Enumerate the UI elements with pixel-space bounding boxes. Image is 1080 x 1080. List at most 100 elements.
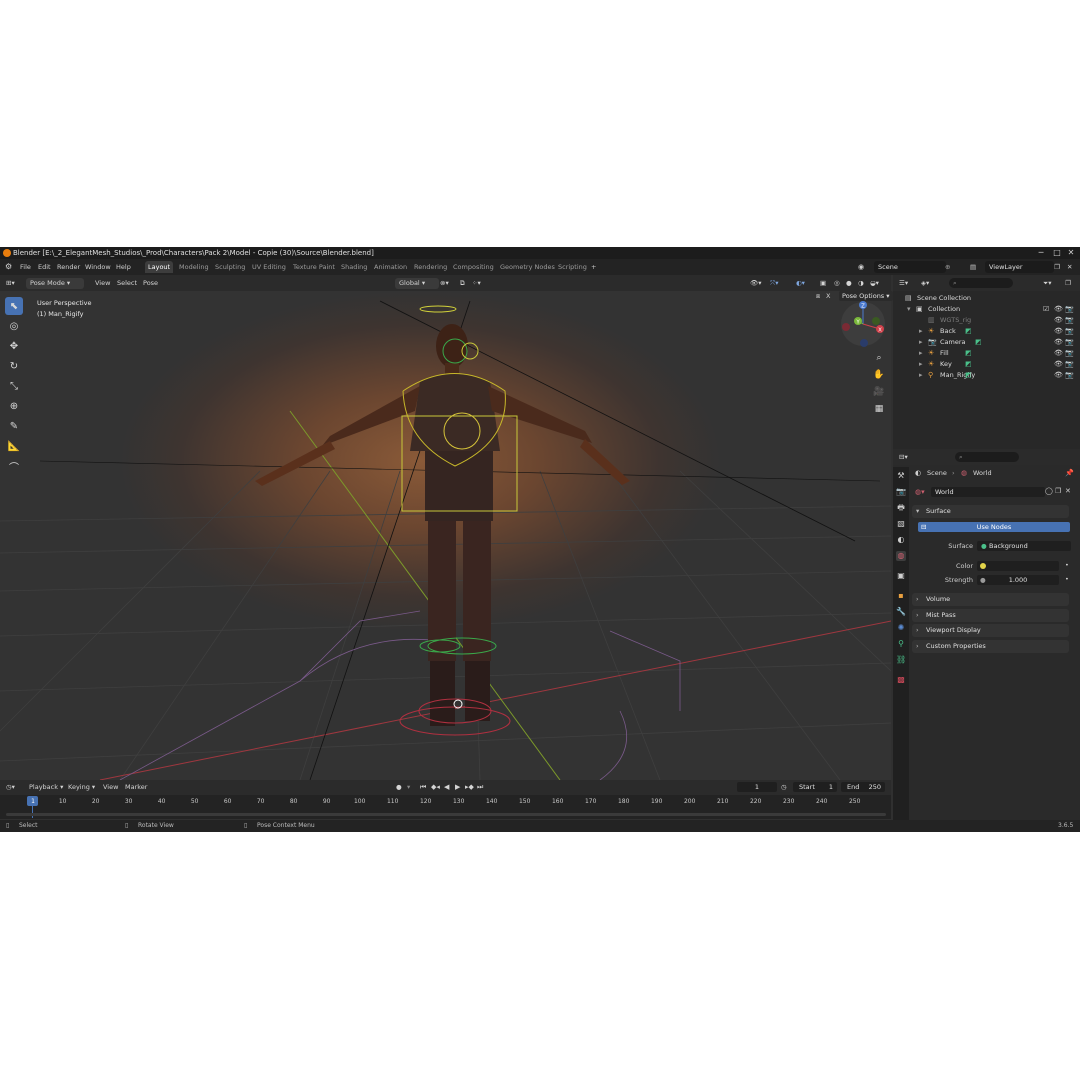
outliner-row-item[interactable]: ▸ ☀ Back ◩ 👁 📷 xyxy=(893,326,1080,337)
expand-arrow-icon[interactable]: ▸ xyxy=(919,361,926,368)
wireframe-shading-icon[interactable]: ◎ xyxy=(834,278,840,289)
tab-sculpting[interactable]: Sculpting xyxy=(212,261,248,273)
material-shading-icon[interactable]: ◑ xyxy=(858,278,864,289)
pivot-icon[interactable]: ⊗▾ xyxy=(440,278,449,289)
camera-view-icon[interactable]: 🎥 xyxy=(872,385,886,399)
jump-end-icon[interactable]: ⏭ xyxy=(477,782,483,793)
scale-tool-icon[interactable]: ⤡ xyxy=(5,377,23,395)
end-frame-field[interactable]: End 250 xyxy=(841,782,885,792)
pin-icon[interactable]: 📌 xyxy=(1065,469,1074,477)
overlay-toggle-icon[interactable]: ◐▾ xyxy=(796,278,805,289)
editor-type-icon[interactable]: ⊞▾ xyxy=(6,278,15,289)
timeline-keying-menu[interactable]: Keying ▾ xyxy=(68,782,95,793)
expand-arrow-icon[interactable]: ▸ xyxy=(919,328,926,335)
outliner-row-scene-collection[interactable]: ▤ Scene Collection xyxy=(893,293,1080,304)
unlink-world-icon[interactable]: ✕ xyxy=(1065,487,1071,495)
pan-hand-icon[interactable]: ✋ xyxy=(872,368,886,382)
new-collection-icon[interactable]: ❐ xyxy=(1065,278,1071,289)
timeline-ruler[interactable]: 1 10 20 30 40 50 60 70 80 90 100 110 120 130 140 150 160… xyxy=(0,795,891,819)
exclude-checkbox[interactable]: ☑ xyxy=(1043,306,1050,313)
3d-viewport[interactable]: User Perspective (1) Man_Rigify ⬉ ◎ ✥ ↻ … xyxy=(0,291,891,780)
record-keyframe-icon[interactable]: ● xyxy=(396,782,402,793)
use-nodes-button[interactable]: ⊟ Use Nodes xyxy=(918,522,1070,532)
collapsed-panel-header[interactable]: › Custom Properties xyxy=(912,639,1069,653)
outliner-row-item[interactable]: ▸ 📷 Camera ◩ 👁 📷 xyxy=(893,337,1080,348)
world-name-field[interactable]: World xyxy=(931,487,1045,497)
render-camera-icon[interactable]: 📷 xyxy=(1065,317,1074,324)
blender-menu-icon[interactable]: ⚙ xyxy=(5,262,12,272)
render-camera-icon[interactable]: 📷 xyxy=(1065,350,1074,357)
collapsed-panel-header[interactable]: › Mist Pass xyxy=(912,608,1069,622)
gizmo-toggle-icon[interactable]: ⤧▾ xyxy=(770,278,778,289)
breadcrumb-scene[interactable]: Scene xyxy=(927,469,947,477)
measure-tool-icon[interactable]: 📐 xyxy=(5,437,23,455)
visibility-eye-icon[interactable]: 👁 xyxy=(1054,350,1063,357)
menu-render[interactable]: Render xyxy=(57,262,80,272)
duplicate-world-icon[interactable]: ❐ xyxy=(1055,487,1061,495)
expand-arrow-icon[interactable]: ▸ xyxy=(919,350,926,357)
timeline-scrollbar[interactable] xyxy=(6,813,886,816)
tab-layout[interactable]: Layout xyxy=(145,261,174,273)
visibility-eye-icon[interactable]: 👁 xyxy=(1054,317,1063,324)
render-camera-icon[interactable]: 📷 xyxy=(1065,339,1074,346)
render-camera-icon[interactable]: 📷 xyxy=(1065,372,1074,379)
surface-shader-field[interactable]: ● Background xyxy=(977,541,1071,551)
outliner-row-collection[interactable]: ▾ ▣ Collection ☑ 👁 📷 xyxy=(893,304,1080,315)
annotate-tool-icon[interactable]: ✎ xyxy=(5,417,23,435)
breadcrumb-world[interactable]: World xyxy=(973,469,992,477)
color-field[interactable] xyxy=(977,561,1059,571)
expand-arrow-icon[interactable]: ▸ xyxy=(919,339,926,346)
tab-texture-paint[interactable]: Texture Paint xyxy=(290,261,338,273)
expand-arrow-icon[interactable] xyxy=(919,317,926,324)
outliner-editor-icon[interactable]: ☰▾ xyxy=(899,278,908,289)
outliner-row-item[interactable]: ▸ ⚲ Man_Rigify ◩ 👁 📷 xyxy=(893,370,1080,381)
constraints-tab-icon[interactable]: ⛓ xyxy=(896,655,906,665)
timeline-marker-menu[interactable]: Marker xyxy=(125,782,147,793)
collection-tab-icon[interactable]: ▣ xyxy=(896,571,906,581)
visibility-eye-icon[interactable]: 👁 xyxy=(1054,306,1063,313)
menu-window[interactable]: Window xyxy=(85,262,111,272)
xray-bone-icon[interactable]: ⧈ xyxy=(816,292,820,301)
select-tool-icon[interactable]: ⬉ xyxy=(5,297,23,315)
outliner-row-item[interactable]: ▥ WGTS_rig 👁 📷 xyxy=(893,315,1080,326)
render-camera-icon[interactable]: 📷 xyxy=(1065,361,1074,368)
tab-shading[interactable]: Shading xyxy=(338,261,370,273)
snap-icon[interactable]: ⧉ xyxy=(460,278,465,289)
transform-tool-icon[interactable]: ⊕ xyxy=(5,397,23,415)
mode-selector[interactable]: Pose Mode ▾ xyxy=(26,278,84,289)
scene-icon[interactable]: ◉ xyxy=(858,262,864,272)
zoom-icon[interactable]: ⌕ xyxy=(872,351,886,365)
remove-viewlayer-icon[interactable]: ✕ xyxy=(1067,262,1072,272)
expand-arrow-icon[interactable]: ▾ xyxy=(907,306,914,313)
strength-field[interactable]: ● 1.000 xyxy=(977,575,1059,585)
color-keyframe-dot[interactable]: • xyxy=(1065,561,1069,569)
perspective-toggle-icon[interactable]: ▦ xyxy=(872,402,886,416)
render-camera-icon[interactable]: 📷 xyxy=(1065,306,1074,313)
tab-scripting[interactable]: Scripting xyxy=(555,261,590,273)
tab-rendering[interactable]: Rendering xyxy=(411,261,450,273)
view-layer-tab-icon[interactable]: ▧ xyxy=(896,519,906,529)
viewlayer-icon[interactable]: ▤ xyxy=(970,262,976,272)
tab-animation[interactable]: Animation xyxy=(371,261,410,273)
fake-user-icon[interactable]: ◯ xyxy=(1045,487,1053,495)
menu-help[interactable]: Help xyxy=(116,262,131,272)
pin-scene-icon[interactable]: ⊕ xyxy=(945,262,950,272)
jump-start-icon[interactable]: ⏮ xyxy=(420,782,426,793)
display-mode-icon[interactable]: ◈▾ xyxy=(921,278,929,289)
menu-pose[interactable]: Pose xyxy=(143,278,158,289)
pose-options-dropdown[interactable]: Pose Options ▾ xyxy=(839,291,893,301)
prev-keyframe-icon[interactable]: ◆◂ xyxy=(431,782,440,793)
render-camera-icon[interactable]: 📷 xyxy=(1065,328,1074,335)
play-reverse-icon[interactable]: ◀ xyxy=(444,782,449,793)
strength-keyframe-dot[interactable]: • xyxy=(1065,575,1069,583)
properties-search-input[interactable]: ⌕ xyxy=(955,452,1019,462)
orientation-selector[interactable]: Global ▾ xyxy=(395,278,439,289)
texture-tab-icon[interactable]: ▩ xyxy=(896,675,906,685)
close-button[interactable]: ✕ xyxy=(1062,247,1080,259)
copy-viewlayer-icon[interactable]: ❐ xyxy=(1054,262,1060,272)
outliner-search-input[interactable]: ⌕ xyxy=(949,278,1013,288)
tab-geometry-nodes[interactable]: Geometry Nodes xyxy=(497,261,558,273)
visibility-eye-icon[interactable]: 👁 xyxy=(1054,328,1063,335)
world-tab-icon[interactable]: ◍ xyxy=(896,551,906,561)
particles-tab-icon[interactable]: ✺ xyxy=(896,623,906,633)
